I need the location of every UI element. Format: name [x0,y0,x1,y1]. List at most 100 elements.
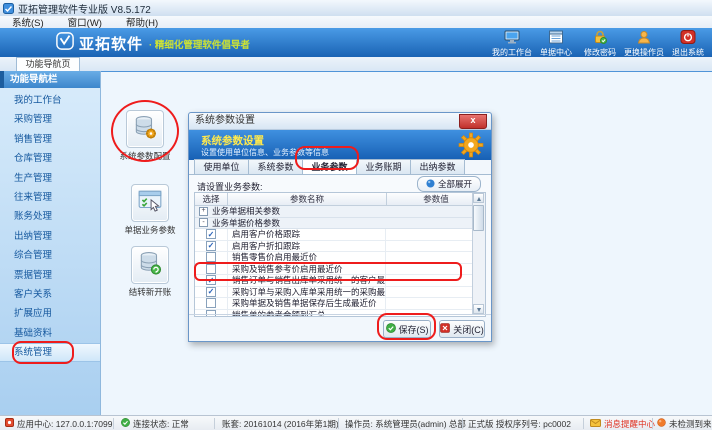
expand-all-button[interactable]: 全部展开 [417,176,481,192]
expand-all-icon [426,179,438,190]
database-gear-icon [132,114,158,145]
dialog-footer: 保存(S) 关闭(C) [189,314,491,342]
shortcut-system-params[interactable]: 系统参数配置 [110,110,180,162]
switch-operator-icon [636,30,652,47]
call-device-icon [657,418,669,429]
sidebar-item-my-workbench[interactable]: 我的工作台 [0,91,100,110]
checkbox[interactable] [206,252,216,262]
mail-icon [590,419,604,429]
dialog-titlebar: 系统参数设置 x [189,113,491,130]
checkbox[interactable]: ✓ [206,275,216,285]
dialog-title: 系统参数设置 [195,115,255,126]
status-license: 正式版 授权序列号: pc0002 [468,416,571,430]
system-params-dialog: 系统参数设置 x 系统参数设置 设置使用单位信息、业务参数等信息 使用单位 系统… [188,112,492,342]
status-app-center: 应用中心: 127.0.0.1:7099 [5,416,112,430]
status-account-set: 账套: 20161014 (2016年第1期) [222,416,339,430]
shortcut-label: 结转新开账 [115,286,185,298]
dialog-tabs: 使用单位 系统参数 业务参数 业务账期 出纳参数 [194,159,465,174]
sidebar-item-comprehensive[interactable]: 综合管理 [0,246,100,265]
brand-logo-icon [56,32,74,55]
save-button[interactable]: 保存(S) [383,320,431,338]
menu-system[interactable]: 系统(S) [0,15,56,29]
brand-slogan: 精细化管理软件倡导者 [155,40,250,51]
brand-name: 亚拓软件 [79,33,143,54]
tab-using-unit[interactable]: 使用单位 [194,159,249,175]
status-connection: 连接状态: 正常 [121,416,189,430]
dialog-header-title: 系统参数设置 [201,133,264,148]
password-icon [592,30,608,47]
sidebar-item-basic-data[interactable]: 基础资料 [0,324,100,343]
shortcut-label: 系统参数配置 [110,150,180,162]
table-row-annotated[interactable]: ✓ 销售订单与销售出库单采用统一的客户最近价 [195,275,485,287]
sidebar-item-production[interactable]: 生产管理 [0,169,100,188]
sidebar-header: 功能导航栏 [0,71,100,88]
menu-help[interactable]: 帮助(H) [114,15,170,29]
status-message-center[interactable]: 消息提醒中心 [590,416,655,430]
workbench-icon [504,30,520,47]
sidebar-item-purchase[interactable]: 采购管理 [0,110,100,129]
shortcut-document-params[interactable]: 单据业务参数 [115,184,185,236]
document-center-button[interactable]: 单据中心 [534,30,578,58]
sidebar-item-bills[interactable]: 票据管理 [0,266,100,285]
checkbox[interactable]: ✓ [206,229,216,239]
menu-window[interactable]: 窗口(W) [56,15,114,29]
status-bar: 应用中心: 127.0.0.1:7099 连接状态: 正常 账套: 201610… [0,415,712,430]
expand-toggle-icon[interactable]: + [199,207,208,216]
shortcut-carryover[interactable]: 结转新开账 [115,246,185,298]
table-row[interactable]: ✓ 启用客户价格跟踪 [195,229,485,241]
table-row[interactable]: 采购及销售参考价启用最近价 [195,264,485,276]
scroll-up-icon[interactable] [473,193,484,203]
exit-system-button[interactable]: 退出系统 [666,30,710,58]
checkbox[interactable]: ✓ [206,241,216,251]
sidebar-item-crm[interactable]: 客户关系 [0,285,100,304]
sidebar-item-transactions[interactable]: 往来管理 [0,188,100,207]
page-tab-strip: 功能导航页 [0,57,712,72]
sidebar-item-warehouse[interactable]: 仓库管理 [0,149,100,168]
change-password-button[interactable]: 修改密码 [578,30,622,58]
brand-separator: · [149,40,152,51]
checkbox[interactable] [206,264,216,274]
tab-business-period[interactable]: 业务账期 [357,159,411,175]
document-params-icon [137,189,163,218]
close-icon[interactable]: x [459,114,487,129]
scroll-down-icon[interactable] [473,304,484,314]
collapse-toggle-icon[interactable]: - [199,218,208,227]
status-call-device: 未检测到来电设备 [657,416,712,430]
switch-operator-button[interactable]: 更换操作员 [622,30,666,58]
app-center-icon [5,418,17,429]
checkbox[interactable] [206,298,216,308]
shortcut-label: 单据业务参数 [115,224,185,236]
table-row[interactable]: 销售零售价启用最近价 [195,252,485,264]
dialog-body: 请设置业务参数: 全部展开 选择 参数名称 参数值 + 业务单据相关参数 - 业… [189,174,491,315]
table-row[interactable]: 采购单据及销售单据保存后生成最近价 [195,298,485,310]
checkbox[interactable]: ✓ [206,287,216,297]
table-row-group[interactable]: - 业务单据价格参数 [195,218,485,230]
dialog-header-subtitle: 设置使用单位信息、业务参数等信息 [201,147,329,158]
sidebar-item-accounting[interactable]: 账务处理 [0,207,100,226]
table-row[interactable]: ✓ 启用客户折扣跟踪 [195,241,485,253]
table-header: 选择 参数名称 参数值 [195,193,485,206]
workbench-button[interactable]: 我的工作台 [490,30,534,58]
tab-system-params[interactable]: 系统参数 [249,159,303,175]
status-ok-icon [121,418,133,429]
sidebar-item-cashier[interactable]: 出纳管理 [0,227,100,246]
tab-function-navigation[interactable]: 功能导航页 [16,57,80,71]
sidebar-item-sales[interactable]: 销售管理 [0,130,100,149]
close-button[interactable]: 关闭(C) [439,320,485,338]
sidebar-item-extensions[interactable]: 扩展应用 [0,304,100,323]
close-x-icon [440,323,453,335]
tab-cashier-params[interactable]: 出纳参数 [411,159,465,175]
status-operator: 操作员: 系统管理员(admin) 总部 [345,416,466,430]
scroll-thumb[interactable] [473,205,484,231]
app-window: 亚拓管理软件专业版 V8.5.172 系统(S) 窗口(W) 帮助(H) 亚拓软… [0,0,712,430]
params-table: 选择 参数名称 参数值 + 业务单据相关参数 - 业务单据价格参数 ✓ 启用客户… [194,192,486,317]
app-icon [3,3,14,14]
dialog-header: 系统参数设置 设置使用单位信息、业务参数等信息 [189,130,491,160]
sidebar-item-system-management[interactable]: 系统管理 [0,343,100,362]
database-carryover-icon [137,250,163,281]
vertical-scrollbar[interactable] [472,193,485,314]
table-row[interactable]: ✓ 采购订单与采购入库单采用统一的采购最近价 [195,287,485,299]
exit-icon [680,30,696,47]
document-center-icon [548,30,564,47]
save-check-icon [386,323,399,335]
